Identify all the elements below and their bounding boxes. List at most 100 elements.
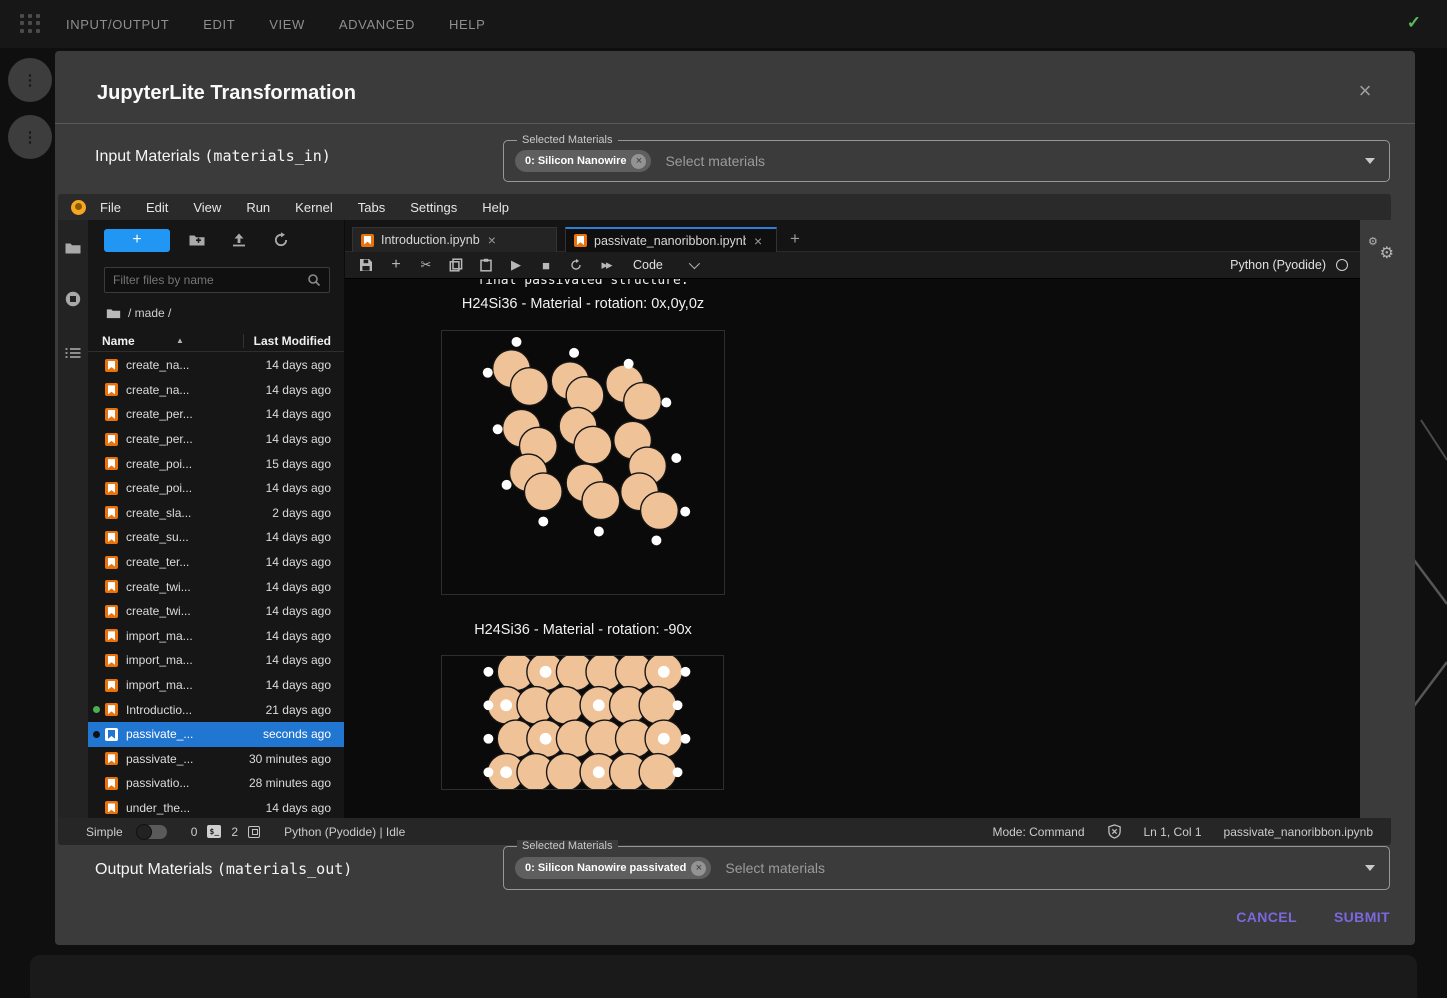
notebook-file-icon — [105, 728, 118, 741]
notebook-file-icon — [574, 234, 587, 247]
tab-label: Introduction.ipynb — [381, 233, 480, 247]
jupyter-menu-item-settings[interactable]: Settings — [410, 200, 457, 215]
notebook-file-icon — [105, 752, 118, 765]
cancel-button[interactable]: CANCEL — [1236, 909, 1297, 925]
terminal-count: 0 — [191, 825, 198, 839]
file-row[interactable]: Introductio...21 days ago — [88, 697, 344, 722]
filter-files-box — [104, 267, 330, 293]
notebook-file-icon — [105, 457, 118, 470]
filter-files-input[interactable] — [113, 273, 307, 287]
file-name: passivatio... — [126, 776, 189, 790]
file-modified: 14 days ago — [266, 530, 331, 544]
kernel-status-text[interactable]: Python (Pyodide) | Idle — [284, 825, 405, 839]
notebook-output-area: final passivated structure: H24Si36 - Ma… — [345, 279, 1360, 818]
file-row[interactable]: create_twi...14 days ago — [88, 574, 344, 599]
notebook-file-icon — [105, 777, 118, 790]
file-row[interactable]: passivate_...30 minutes ago — [88, 747, 344, 772]
paste-cell-button[interactable] — [471, 252, 501, 278]
breadcrumb[interactable]: / made / — [106, 306, 171, 320]
file-row[interactable]: create_na...14 days ago — [88, 353, 344, 378]
upload-icon[interactable] — [230, 231, 248, 249]
restart-run-all-button[interactable]: ▸▸ — [591, 252, 621, 278]
file-row[interactable]: under_the...14 days ago — [88, 796, 344, 818]
file-row[interactable]: create_ter...14 days ago — [88, 550, 344, 575]
file-row[interactable]: import_ma...14 days ago — [88, 624, 344, 649]
file-modified: 14 days ago — [266, 653, 331, 667]
app-menu-item-help[interactable]: HELP — [449, 17, 485, 32]
new-launcher-button[interactable]: + — [104, 229, 170, 252]
jupyter-menu-item-run[interactable]: Run — [246, 200, 270, 215]
input-materials-select[interactable]: Selected Materials 0: Silicon Nanowire ×… — [503, 140, 1390, 182]
file-row[interactable]: create_sla...2 days ago — [88, 501, 344, 526]
jupyter-menu-item-kernel[interactable]: Kernel — [295, 200, 333, 215]
tab-passivate-nanoribbon[interactable]: passivate_nanoribbon.ipynb × — [565, 227, 777, 252]
file-row[interactable]: create_su...14 days ago — [88, 525, 344, 550]
notebook-file-icon — [105, 482, 118, 495]
new-folder-icon[interactable] — [188, 231, 206, 249]
save-button[interactable] — [351, 252, 381, 278]
file-row[interactable]: create_poi...14 days ago — [88, 476, 344, 501]
chip-delete-icon[interactable]: × — [691, 861, 706, 876]
file-row[interactable]: create_poi...15 days ago — [88, 451, 344, 476]
table-of-contents-icon[interactable] — [64, 344, 82, 362]
add-tab-icon[interactable]: + — [790, 229, 800, 249]
file-row[interactable]: create_per...14 days ago — [88, 402, 344, 427]
tab-close-icon[interactable]: × — [754, 233, 762, 249]
file-row[interactable]: create_twi...14 days ago — [88, 599, 344, 624]
app-menu-item-view[interactable]: VIEW — [269, 17, 305, 32]
restart-kernel-button[interactable] — [561, 252, 591, 278]
dialog-close-button[interactable]: × — [1351, 77, 1379, 105]
file-row[interactable]: passivatio...28 minutes ago — [88, 771, 344, 796]
app-menu-item-input-output[interactable]: INPUT/OUTPUT — [66, 17, 169, 32]
cell-type-value: Code — [633, 258, 663, 272]
file-row[interactable]: create_na...14 days ago — [88, 378, 344, 403]
tab-close-icon[interactable]: × — [488, 232, 496, 248]
jupyter-menu-item-view[interactable]: View — [193, 200, 221, 215]
mode-indicator: Mode: Command — [992, 825, 1084, 839]
copy-cell-button[interactable] — [441, 252, 471, 278]
file-row[interactable]: create_per...14 days ago — [88, 427, 344, 452]
cut-cell-button[interactable]: ✂ — [411, 252, 441, 278]
material-chip[interactable]: 0: Silicon Nanowire × — [515, 150, 651, 172]
run-cell-button[interactable]: ▶ — [501, 252, 531, 278]
refresh-icon[interactable] — [272, 231, 290, 249]
terminal-icon: $_ — [207, 825, 221, 838]
app-menu-item-advanced[interactable]: ADVANCED — [339, 17, 415, 32]
output-materials-select[interactable]: Selected Materials 0: Silicon Nanowire p… — [503, 846, 1390, 890]
stop-kernel-button[interactable]: ■ — [531, 252, 561, 278]
file-row[interactable]: import_ma...14 days ago — [88, 673, 344, 698]
simple-mode-toggle[interactable] — [137, 825, 167, 839]
jupyter-menu-item-tabs[interactable]: Tabs — [358, 200, 385, 215]
notebook-file-icon — [105, 556, 118, 569]
file-row[interactable]: passivate_...seconds ago — [88, 722, 344, 747]
column-header-name[interactable]: Name — [102, 334, 135, 348]
app-menu: INPUT/OUTPUT EDIT VIEW ADVANCED HELP — [66, 0, 485, 48]
add-cell-button[interactable]: + — [381, 252, 411, 278]
file-browser-panel: + — [88, 220, 345, 818]
column-header-modified[interactable]: Last Modified — [243, 334, 331, 348]
notebook-file-icon — [105, 506, 118, 519]
cursor-position: Ln 1, Col 1 — [1144, 825, 1202, 839]
kernel-name[interactable]: Python (Pyodide) — [1230, 258, 1326, 272]
search-icon — [307, 273, 321, 287]
trust-shield-icon[interactable] — [1107, 824, 1122, 839]
file-name: create_na... — [126, 383, 189, 397]
app-menu-item-edit[interactable]: EDIT — [203, 17, 235, 32]
notebook-file-icon — [105, 801, 118, 814]
submit-button[interactable]: SUBMIT — [1334, 909, 1390, 925]
transformation-settings-button[interactable]: ⚙ ⚙ — [1368, 237, 1394, 263]
file-name: create_per... — [126, 407, 193, 421]
jupyter-menu-item-help[interactable]: Help — [482, 200, 509, 215]
file-browser-icon[interactable] — [64, 239, 82, 257]
cell-type-dropdown[interactable]: Code — [633, 258, 697, 272]
running-kernels-icon[interactable] — [64, 290, 82, 308]
material-chip[interactable]: 0: Silicon Nanowire passivated × — [515, 857, 711, 879]
tab-introduction[interactable]: Introduction.ipynb × — [352, 227, 557, 252]
jupyter-menu-item-edit[interactable]: Edit — [146, 200, 168, 215]
dropdown-caret-icon — [1365, 158, 1375, 164]
kernel-status-icon — [1336, 259, 1348, 271]
file-row[interactable]: import_ma...14 days ago — [88, 648, 344, 673]
file-name: create_per... — [126, 432, 193, 446]
chip-delete-icon[interactable]: × — [631, 154, 646, 169]
jupyter-menu-item-file[interactable]: File — [100, 200, 121, 215]
